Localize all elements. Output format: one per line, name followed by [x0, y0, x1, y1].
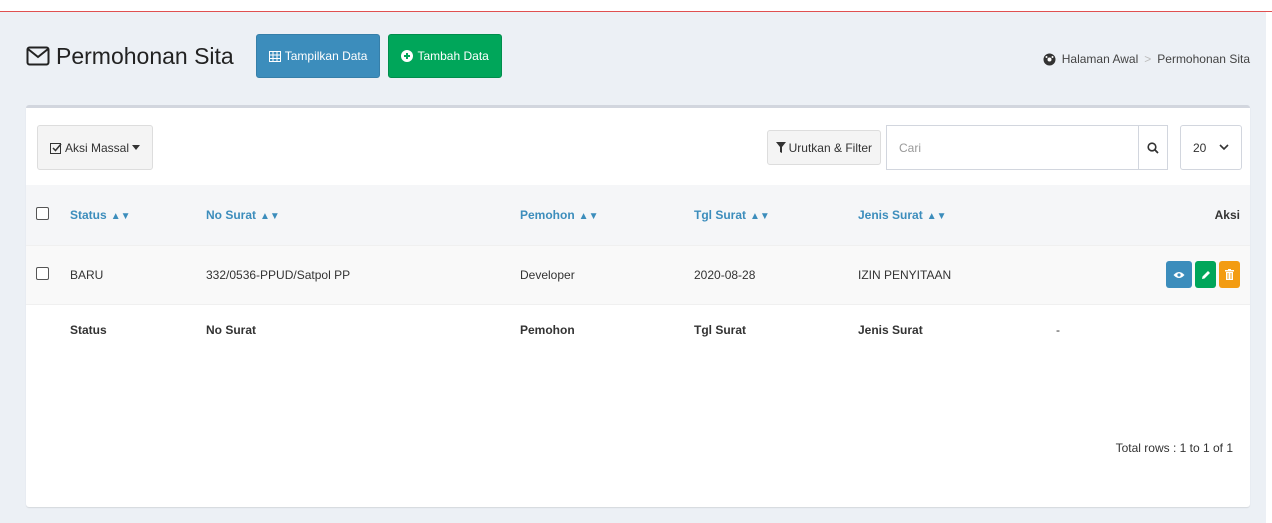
bulk-action-button[interactable]: Aksi Massal: [37, 125, 154, 170]
breadcrumb-current: Permohonan Sita: [1157, 52, 1250, 66]
edit-button[interactable]: [1195, 261, 1216, 288]
select-all-checkbox[interactable]: [36, 206, 49, 220]
envelope-icon: [26, 46, 50, 66]
pencil-icon: [1201, 270, 1210, 279]
page-size-select[interactable]: 20: [1180, 125, 1242, 170]
eye-icon: [1173, 271, 1185, 278]
page-title-text: Permohonan Sita: [56, 42, 234, 69]
col-jenis-surat[interactable]: Jenis Surat ▲▼: [848, 185, 1046, 245]
show-data-label: Tampilkan Data: [284, 49, 368, 63]
sort-icon: ▲▼: [750, 210, 770, 222]
cell-status: BARU: [60, 244, 196, 304]
footer-no-surat: No Surat: [196, 303, 510, 355]
add-data-label: Tambah Data: [417, 49, 489, 63]
cell-no-surat: 332/0536-PPUD/Satpol PP: [196, 244, 510, 304]
select-all-cell: [26, 185, 60, 245]
filter-toolbar: Urutkan & Filter Cari 20: [766, 125, 1242, 170]
col-tgl-surat[interactable]: Tgl Surat ▲▼: [684, 185, 848, 245]
table-footer-row: Status No Surat Pemohon Tgl Surat Jenis …: [26, 303, 1250, 355]
add-data-button[interactable]: Tambah Data: [388, 34, 502, 78]
footer-jenis-surat: Jenis Surat: [848, 303, 1046, 355]
delete-button[interactable]: [1219, 261, 1240, 288]
cell-jenis-surat: IZIN PENYITAAN: [848, 244, 1046, 304]
footer-pemohon: Pemohon: [510, 303, 684, 355]
page-title: Permohonan Sita: [26, 43, 234, 70]
sort-filter-button[interactable]: Urutkan & Filter: [766, 130, 881, 165]
chevron-down-icon: [1219, 144, 1229, 151]
caret-down-icon: [132, 145, 141, 150]
cell-pemohon: Developer: [510, 244, 684, 304]
bulk-action-label: Aksi Massal: [65, 140, 130, 155]
sort-filter-label: Urutkan & Filter: [788, 140, 872, 155]
search-button[interactable]: [1138, 125, 1168, 170]
show-data-button[interactable]: Tampilkan Data: [255, 34, 381, 78]
search-input[interactable]: Cari: [886, 125, 1138, 170]
cell-tgl-surat: 2020-08-28: [684, 244, 848, 304]
data-box: Aksi Massal Urutkan & Filter Cari 20 Sta…: [26, 105, 1250, 507]
view-button[interactable]: [1166, 261, 1192, 288]
search-group: Cari: [886, 125, 1168, 170]
table-row: BARU 332/0536-PPUD/Satpol PP Developer 2…: [26, 244, 1250, 304]
dashboard-icon: [1043, 53, 1056, 65]
col-no-surat[interactable]: No Surat ▲▼: [196, 185, 510, 245]
sort-icon: ▲▼: [110, 210, 131, 222]
scrollbar[interactable]: [1266, 12, 1272, 523]
breadcrumb-separator: >: [1144, 52, 1152, 66]
table-icon: [268, 50, 281, 62]
footer-aksi: -: [1046, 303, 1250, 355]
col-status[interactable]: Status ▲▼: [60, 185, 196, 245]
row-select-cell: [26, 244, 60, 304]
total-rows: Total rows : 1 to 1 of 1: [1115, 441, 1233, 455]
breadcrumb: Halaman Awal > Permohonan Sita: [1043, 52, 1250, 66]
sort-icon: ▲▼: [926, 210, 947, 222]
table-header-row: Status ▲▼ No Surat ▲▼ Pemohon ▲▼ Tgl Surat ▲…: [26, 185, 1250, 245]
page-size-value: 20: [1193, 140, 1207, 155]
search-icon: [1147, 141, 1159, 154]
content-header: Permohonan Sita Tampilkan Data Tambah Da…: [26, 34, 502, 78]
trash-icon: [1225, 269, 1234, 280]
cell-actions: [1046, 244, 1250, 304]
top-bar: [0, 0, 1272, 12]
data-table: Status ▲▼ No Surat ▲▼ Pemohon ▲▼ Tgl Surat ▲…: [26, 185, 1250, 355]
footer-tgl-surat: Tgl Surat: [684, 303, 848, 355]
footer-status: Status: [60, 303, 196, 355]
col-pemohon[interactable]: Pemohon ▲▼: [510, 185, 684, 245]
filter-icon: [775, 142, 786, 153]
breadcrumb-home[interactable]: Halaman Awal: [1062, 52, 1139, 66]
check-square-icon: [50, 142, 62, 154]
plus-circle-icon: [401, 50, 414, 62]
bulk-toolbar: Aksi Massal: [37, 125, 154, 170]
sort-icon: ▲▼: [260, 210, 280, 222]
col-aksi: Aksi: [1214, 207, 1240, 222]
row-checkbox[interactable]: [36, 266, 49, 280]
sort-icon: ▲▼: [578, 210, 599, 222]
